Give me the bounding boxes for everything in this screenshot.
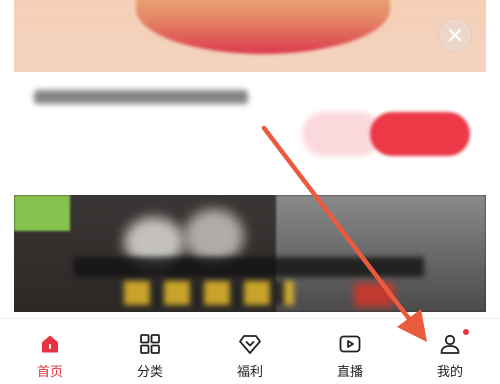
tab-label: 首页 [36, 365, 63, 380]
banner-close-button[interactable] [438, 18, 472, 52]
grid-icon [137, 331, 163, 357]
tab-label: 直播 [336, 365, 363, 380]
thumbnail-caption-blurred [74, 257, 424, 277]
promo-banner[interactable] [14, 0, 486, 72]
tab-benefits[interactable]: 福利 [200, 319, 300, 384]
tab-live[interactable]: 直播 [300, 319, 400, 384]
user-icon [437, 329, 469, 357]
thumbnail-accent [354, 283, 394, 307]
close-icon [449, 29, 461, 41]
play-icon [337, 331, 363, 357]
promo-action-button[interactable] [370, 112, 470, 156]
bottom-tab-bar: 首页 分类 福利 直播 我的 [0, 318, 500, 384]
tab-home[interactable]: 首页 [0, 319, 100, 384]
notification-dot [463, 329, 469, 335]
product-title-blurred [34, 90, 248, 104]
thumbnail-stripes [124, 281, 294, 305]
tab-profile[interactable]: 我的 [400, 319, 500, 384]
tab-category[interactable]: 分类 [100, 319, 200, 384]
diamond-icon [237, 331, 263, 357]
tab-label: 我的 [436, 365, 463, 380]
thumbnail-figure [184, 209, 244, 263]
product-list-item[interactable] [14, 72, 486, 187]
video-card[interactable] [14, 195, 486, 312]
tab-label: 分类 [136, 365, 163, 380]
video-tag-badge [14, 195, 70, 231]
banner-graphic [136, 0, 390, 54]
tab-label: 福利 [236, 365, 263, 380]
home-icon [37, 331, 63, 357]
